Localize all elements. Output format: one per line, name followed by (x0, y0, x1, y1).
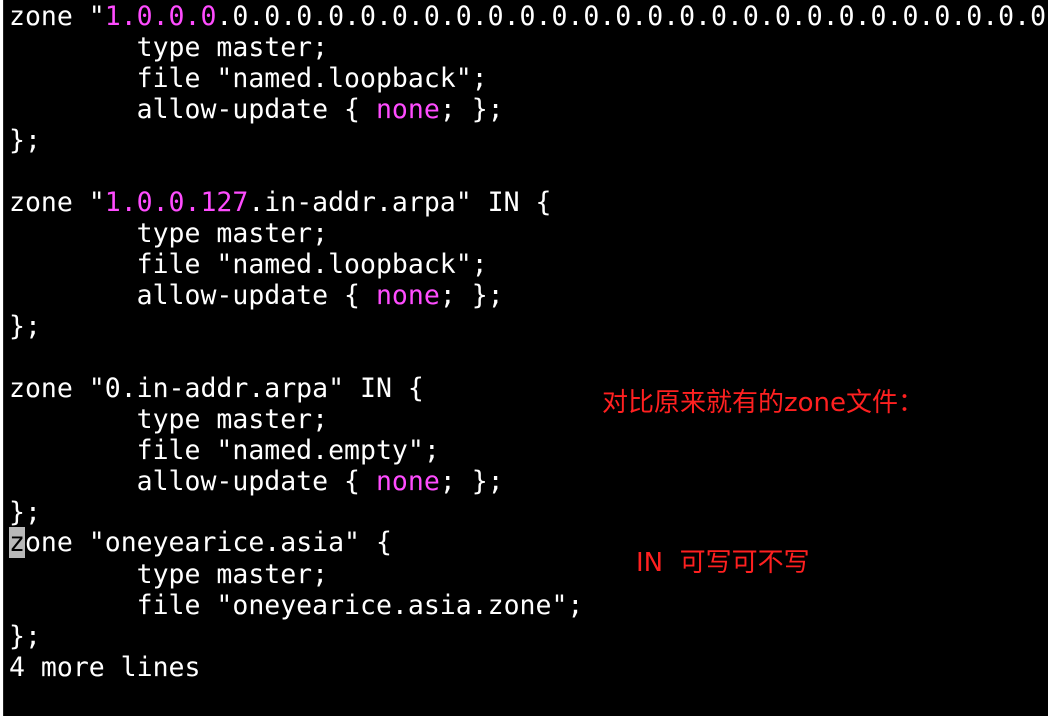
code-token: zone " (9, 1, 105, 32)
annotation-compare-note: 对比原来就有的zone文件： (602, 388, 925, 418)
code-line: file "named.loopback"; (9, 249, 488, 280)
code-token: 1.0.0.127 (104, 187, 249, 218)
code-token: file "named.empty"; (9, 435, 440, 466)
code-token: type master; (9, 559, 329, 590)
code-token: allow-update { (9, 280, 376, 311)
code-token: type master; (9, 404, 329, 435)
code-token: file "named.loopback"; (9, 63, 488, 94)
code-line: file "oneyearice.asia.zone"; (9, 590, 584, 621)
status-message: 4 more lines (9, 652, 200, 683)
code-token: zone "0.in-addr.arpa" IN { (9, 373, 424, 404)
code-token: allow-update { (9, 94, 376, 125)
code-token: one "oneyearice.asia" { (24, 527, 392, 558)
code-line: }; (9, 497, 41, 528)
code-token: type master; (9, 218, 329, 249)
code-token: type master; (9, 32, 329, 63)
code-line: type master; (9, 559, 328, 590)
code-line: zone "1.0.0.127.in-addr.arpa" IN { (9, 187, 551, 218)
code-line: }; (9, 621, 41, 652)
code-token: file "oneyearice.asia.zone"; (9, 590, 584, 621)
code-line: zone "1.0.0.0.0.0.0.0.0.0.0.0.0.0.0.0.0.… (9, 1, 1048, 32)
code-line: file "named.empty"; (9, 435, 440, 466)
code-token: ; }; (439, 280, 504, 311)
code-token: zone " (9, 187, 105, 218)
code-token: }; (9, 311, 41, 342)
code-token: ; }; (439, 466, 504, 497)
code-line: type master; (9, 32, 328, 63)
code-token: 1.0.0.0 (104, 1, 217, 32)
code-token: none (375, 280, 440, 311)
terminal-window[interactable]: zone "1.0.0.0.0.0.0.0.0.0.0.0.0.0.0.0.0.… (3, 0, 1048, 716)
code-token: ; }; (439, 94, 504, 125)
code-line: allow-update { none; }; (9, 466, 504, 497)
code-token: }; (9, 621, 41, 652)
code-token: }; (9, 497, 41, 528)
code-line: zone "oneyearice.asia" { (9, 527, 392, 558)
code-token: }; (9, 125, 41, 156)
code-line: type master; (9, 218, 328, 249)
code-line: }; (9, 311, 41, 342)
annotation-in-note: IN 可写可不写 (636, 548, 810, 578)
text-cursor: z (9, 527, 25, 558)
code-line: allow-update { none; }; (9, 94, 504, 125)
code-token: file "named.loopback"; (9, 249, 488, 280)
code-line: allow-update { none; }; (9, 280, 504, 311)
code-token: .0.0.0.0.0.0.0.0.0.0.0.0.0.0.0.0.0.0.0.0… (216, 1, 1048, 32)
code-token: none (375, 94, 440, 125)
code-line: }; (9, 125, 41, 156)
code-token: allow-update { (9, 466, 376, 497)
code-token: 4 more lines (9, 652, 201, 683)
code-token: none (375, 466, 440, 497)
code-token: .in-addr.arpa" IN { (248, 187, 552, 218)
code-line: file "named.loopback"; (9, 63, 488, 94)
code-line: zone "0.in-addr.arpa" IN { (9, 373, 424, 404)
code-line: type master; (9, 404, 328, 435)
